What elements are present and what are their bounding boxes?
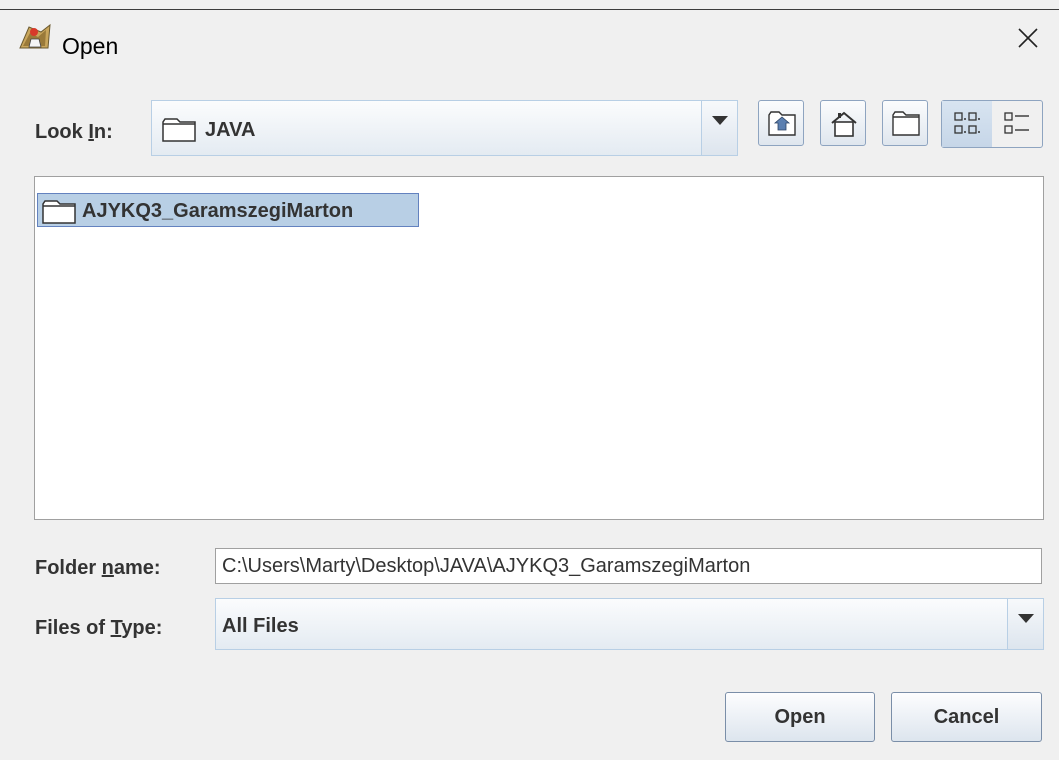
files-of-type-value: All Files <box>222 615 299 637</box>
list-item[interactable]: AJYKQ3_GaramszegiMarton <box>37 193 419 227</box>
view-mode-toggle <box>941 100 1043 148</box>
details-view-button[interactable] <box>992 101 1042 147</box>
new-folder-icon <box>892 111 920 136</box>
folder-name-label: Folder name: <box>35 557 161 579</box>
home-button[interactable] <box>820 100 866 146</box>
list-view-icon <box>954 112 980 134</box>
close-button[interactable] <box>1005 20 1049 56</box>
close-icon <box>1018 28 1038 48</box>
folder-icon <box>42 200 76 224</box>
folder-icon <box>162 118 196 142</box>
home-icon <box>831 111 857 137</box>
files-of-type-dropdown-arrow[interactable] <box>1007 599 1043 649</box>
files-of-type-combo[interactable]: All Files <box>215 598 1044 650</box>
cancel-button[interactable]: Cancel <box>891 692 1042 742</box>
list-view-button[interactable] <box>942 101 992 147</box>
look-in-value: JAVA <box>205 119 256 141</box>
look-in-dropdown-arrow[interactable] <box>701 101 737 155</box>
java-duke-icon <box>17 22 53 50</box>
files-of-type-label: Files of Type: <box>35 617 163 639</box>
file-list[interactable]: AJYKQ3_GaramszegiMarton <box>34 176 1044 520</box>
file-item-label: AJYKQ3_GaramszegiMarton <box>82 200 354 222</box>
new-folder-button[interactable] <box>882 100 928 146</box>
title-bar <box>0 10 1059 78</box>
folder-name-input[interactable] <box>215 548 1042 584</box>
up-folder-icon <box>768 111 796 136</box>
open-button[interactable]: Open <box>725 692 875 742</box>
up-one-level-button[interactable] <box>758 100 804 146</box>
details-view-icon <box>1004 112 1029 134</box>
look-in-combo[interactable]: JAVA <box>151 100 738 156</box>
window-title: Open <box>62 33 119 59</box>
look-in-label: Look In: <box>35 121 113 143</box>
